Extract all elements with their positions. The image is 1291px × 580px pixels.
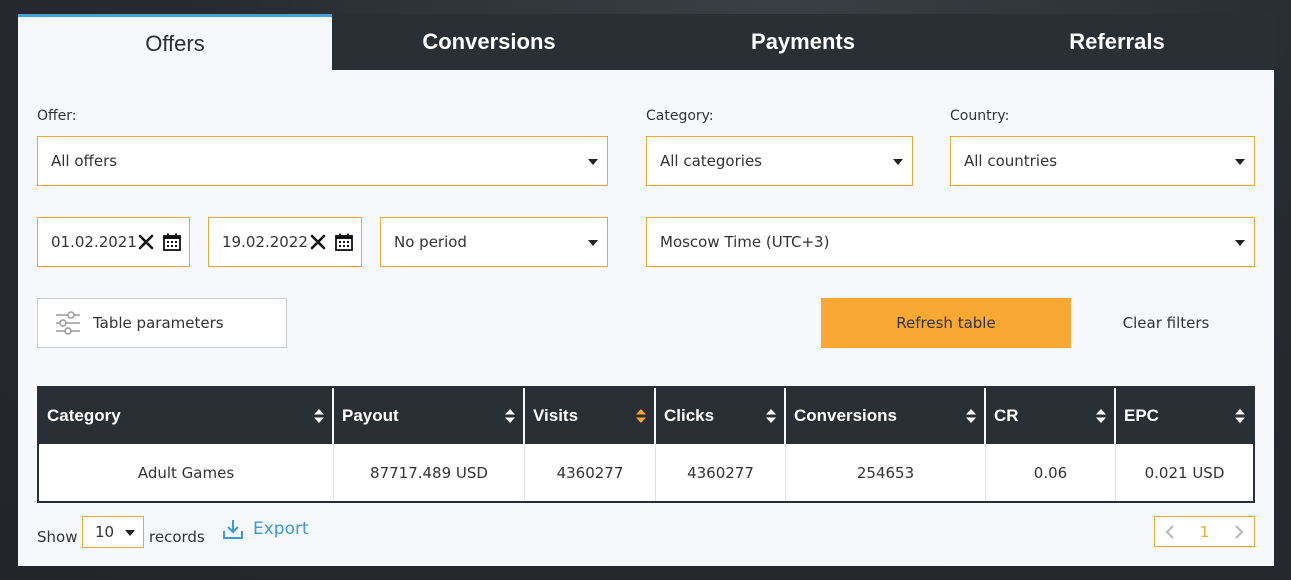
column-header-cr[interactable]: CR — [986, 388, 1116, 444]
table-cell: 254653 — [786, 444, 986, 501]
refresh-table-label: Refresh table — [896, 314, 996, 332]
table-cell: 0.021 USD — [1144, 463, 1225, 482]
pagination: 1 — [1154, 516, 1255, 547]
clear-date-icon[interactable] — [310, 234, 326, 250]
tab-offers[interactable]: Offers — [18, 14, 332, 70]
table-header: Category Payout Visits Clicks Conversion… — [39, 388, 1253, 444]
calendar-icon[interactable] — [162, 232, 182, 252]
column-header-label: Conversions — [794, 406, 897, 425]
country-label: Country: — [950, 108, 1010, 124]
timezone-select[interactable]: Moscow Time (UTC+3) — [646, 217, 1255, 267]
column-header-label: CR — [994, 406, 1019, 425]
column-header-label: Category — [47, 406, 121, 425]
date-to-value: 19.02.2022 — [222, 233, 308, 251]
sort-icon — [1096, 409, 1106, 423]
sliders-icon — [56, 311, 80, 335]
column-header-label: Clicks — [664, 406, 715, 425]
tab-payments[interactable]: Payments — [646, 14, 960, 70]
tab-referrals[interactable]: Referrals — [960, 14, 1274, 70]
column-header-category[interactable]: Category — [39, 388, 334, 444]
sort-icon — [766, 409, 776, 423]
timezone-select-value: Moscow Time (UTC+3) — [660, 233, 830, 251]
clear-filters-label: Clear filters — [1122, 314, 1210, 332]
table-parameters-label: Table parameters — [93, 314, 224, 332]
column-header-label: Payout — [342, 406, 399, 425]
sort-icon — [314, 409, 324, 423]
table-cell: Adult Games — [39, 444, 334, 501]
column-header-epc[interactable]: EPC — [1116, 388, 1253, 444]
chevron-right-icon[interactable] — [1234, 524, 1244, 540]
sort-icon — [505, 409, 515, 423]
table-cell: 87717.489 USD — [334, 444, 525, 501]
column-header-clicks[interactable]: Clicks — [656, 388, 786, 444]
table-row: Adult Games 87717.489 USD 4360277 436027… — [39, 444, 1253, 501]
category-select-value: All categories — [660, 152, 762, 170]
current-page[interactable]: 1 — [1200, 523, 1210, 541]
page-size-value: 10 — [95, 523, 115, 541]
clear-filters-button[interactable]: Clear filters — [1108, 298, 1224, 348]
column-header-visits[interactable]: Visits — [525, 388, 656, 444]
calendar-icon[interactable] — [334, 232, 354, 252]
caret-down-icon — [125, 530, 135, 536]
refresh-table-button[interactable]: Refresh table — [821, 298, 1071, 348]
offer-label: Offer: — [37, 108, 77, 124]
sort-icon — [636, 409, 646, 423]
statistics-panel: Offers Conversions Payments Referrals Of… — [18, 14, 1274, 566]
column-header-label: Visits — [533, 406, 579, 425]
table-cell: 0.06 — [986, 444, 1116, 501]
column-header-conversions[interactable]: Conversions — [786, 388, 986, 444]
country-select-value: All countries — [964, 152, 1058, 170]
date-to-field[interactable]: 19.02.2022 — [208, 217, 362, 267]
category-label: Category: — [646, 108, 714, 124]
table-cell: 4360277 — [525, 444, 656, 501]
table-cell: 4360277 — [656, 444, 786, 501]
records-label: records — [149, 528, 205, 546]
category-select[interactable]: All categories — [646, 136, 913, 186]
caret-down-icon — [893, 159, 903, 165]
clear-date-icon[interactable] — [138, 234, 154, 250]
tab-bar: Offers Conversions Payments Referrals — [18, 14, 1274, 70]
page-size-select[interactable]: 10 — [82, 516, 144, 548]
export-label: Export — [253, 519, 309, 539]
period-select[interactable]: No period — [380, 217, 608, 267]
show-label: Show — [37, 528, 78, 546]
offer-select[interactable]: All offers — [37, 136, 608, 186]
stats-table: Category Payout Visits Clicks Conversion… — [37, 386, 1255, 503]
column-header-label: EPC — [1124, 406, 1159, 425]
caret-down-icon — [1235, 159, 1245, 165]
sort-icon — [1235, 409, 1245, 423]
chevron-left-icon[interactable] — [1165, 524, 1175, 540]
country-select[interactable]: All countries — [950, 136, 1255, 186]
offer-select-value: All offers — [51, 152, 118, 170]
table-parameters-button[interactable]: Table parameters — [37, 298, 287, 348]
date-from-field[interactable]: 01.02.2021 — [37, 217, 190, 267]
caret-down-icon — [588, 240, 598, 246]
period-select-value: No period — [394, 233, 467, 251]
export-button[interactable]: Export — [222, 518, 309, 540]
column-header-payout[interactable]: Payout — [334, 388, 525, 444]
date-from-value: 01.02.2021 — [51, 233, 137, 251]
download-icon — [223, 520, 243, 539]
tab-conversions[interactable]: Conversions — [332, 14, 646, 70]
sort-icon — [966, 409, 976, 423]
caret-down-icon — [1235, 240, 1245, 246]
caret-down-icon — [588, 159, 598, 165]
